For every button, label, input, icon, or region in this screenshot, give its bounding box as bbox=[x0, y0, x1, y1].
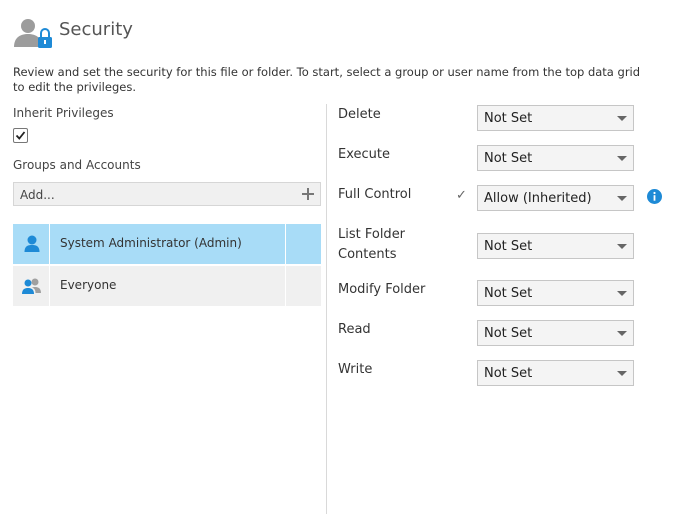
account-name: System Administrator (Admin) bbox=[60, 236, 242, 250]
permission-label-write: Write bbox=[338, 362, 373, 377]
inherited-check-mark: ✓ bbox=[456, 188, 467, 203]
inherit-privileges-label: Inherit Privileges bbox=[13, 106, 114, 120]
chevron-down-icon bbox=[617, 196, 627, 201]
account-name-cell: Everyone bbox=[49, 266, 286, 306]
user-icon bbox=[13, 224, 49, 264]
read-permission-select[interactable]: Not Set bbox=[477, 320, 634, 346]
group-icon bbox=[13, 266, 49, 306]
account-extra-cell bbox=[286, 224, 321, 264]
info-icon[interactable] bbox=[647, 189, 662, 204]
chevron-down-icon bbox=[617, 331, 627, 336]
delete-permission-value: Not Set bbox=[484, 111, 533, 126]
chevron-down-icon bbox=[617, 156, 627, 161]
execute-permission-select[interactable]: Not Set bbox=[477, 145, 634, 171]
full-control-permission-select[interactable]: Allow (Inherited) bbox=[477, 185, 634, 211]
inherit-privileges-checkbox[interactable] bbox=[13, 128, 28, 143]
table-row[interactable]: Everyone bbox=[13, 266, 321, 306]
permission-label-list-folder-contents: List Folder Contents bbox=[338, 227, 406, 262]
page-header bbox=[12, 14, 56, 50]
delete-permission-select[interactable]: Not Set bbox=[477, 105, 634, 131]
modify-folder-permission-select[interactable]: Not Set bbox=[477, 280, 634, 306]
full-control-permission-value: Allow (Inherited) bbox=[484, 191, 592, 206]
permission-label-read: Read bbox=[338, 322, 371, 337]
plus-icon[interactable] bbox=[301, 187, 315, 201]
checkmark-icon bbox=[15, 131, 26, 140]
write-permission-select[interactable]: Not Set bbox=[477, 360, 634, 386]
account-name: Everyone bbox=[60, 278, 117, 292]
permission-label-execute: Execute bbox=[338, 147, 390, 162]
read-permission-value: Not Set bbox=[484, 326, 533, 341]
execute-permission-value: Not Set bbox=[484, 151, 533, 166]
chevron-down-icon bbox=[617, 116, 627, 121]
list-folder-contents-permission-value: Not Set bbox=[484, 239, 533, 254]
chevron-down-icon bbox=[617, 291, 627, 296]
permission-label-modify-folder: Modify Folder bbox=[338, 282, 426, 297]
page-title: Security bbox=[59, 19, 133, 40]
add-account-field[interactable]: Add... bbox=[13, 182, 321, 206]
column-divider bbox=[326, 104, 327, 514]
accounts-grid: System Administrator (Admin) Everyone bbox=[13, 224, 321, 308]
permission-label-delete: Delete bbox=[338, 107, 381, 122]
add-account-placeholder: Add... bbox=[20, 188, 55, 202]
table-row[interactable]: System Administrator (Admin) bbox=[13, 224, 321, 264]
list-folder-contents-permission-select[interactable]: Not Set bbox=[477, 233, 634, 259]
user-lock-icon bbox=[12, 14, 56, 50]
write-permission-value: Not Set bbox=[484, 366, 533, 381]
modify-folder-permission-value: Not Set bbox=[484, 286, 533, 301]
account-extra-cell bbox=[286, 266, 321, 306]
groups-accounts-label: Groups and Accounts bbox=[13, 158, 141, 172]
chevron-down-icon bbox=[617, 371, 627, 376]
account-name-cell: System Administrator (Admin) bbox=[49, 224, 286, 264]
chevron-down-icon bbox=[617, 244, 627, 249]
description-text: Review and set the security for this fil… bbox=[13, 65, 641, 94]
permission-label-full-control: Full Control bbox=[338, 187, 412, 202]
